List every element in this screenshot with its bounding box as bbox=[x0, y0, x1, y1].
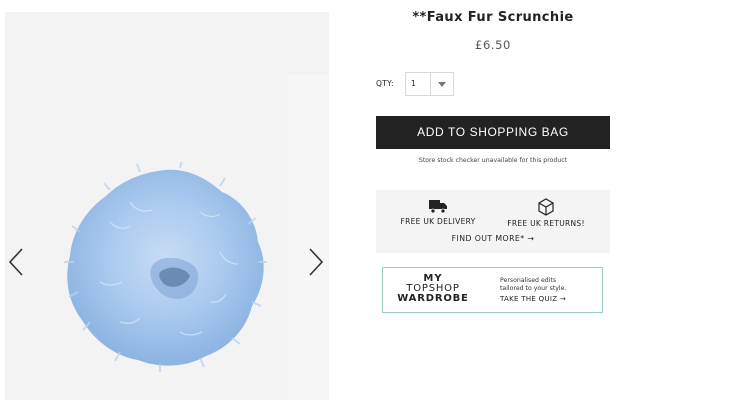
quantity-value: 1 bbox=[406, 73, 431, 95]
chevron-down-icon bbox=[431, 73, 453, 95]
free-delivery-label: FREE UK DELIVERY bbox=[400, 217, 476, 226]
previous-image-button[interactable] bbox=[5, 245, 27, 279]
product-title: **Faux Fur Scrunchie bbox=[412, 10, 574, 25]
take-the-quiz-link[interactable]: TAKE THE QUIZ → bbox=[500, 295, 566, 303]
product-price: £6.50 bbox=[475, 38, 511, 52]
my-topshop-wardrobe-banner[interactable]: MY TOPSHOP WARDROBE Personalised edits t… bbox=[382, 267, 603, 313]
free-delivery-item: FREE UK DELIVERY bbox=[383, 198, 493, 226]
truck-icon bbox=[429, 200, 447, 214]
logo-line-wardrobe: WARDROBE bbox=[397, 293, 469, 304]
product-image-gallery bbox=[5, 12, 329, 400]
wardrobe-copy-line-2: tailored to your style. bbox=[500, 284, 567, 292]
wardrobe-copy-line-1: Personalised edits bbox=[500, 277, 557, 284]
box-icon bbox=[538, 198, 554, 216]
chevron-left-icon bbox=[8, 248, 23, 276]
scrunchie-image bbox=[64, 162, 267, 372]
stock-checker-note: Store stock checker unavailable for this… bbox=[418, 157, 568, 164]
quantity-label: QTY: bbox=[376, 79, 394, 88]
find-out-more-link[interactable]: FIND OUT MORE* → bbox=[376, 234, 610, 243]
next-image-button[interactable] bbox=[305, 245, 327, 279]
delivery-info-panel: FREE UK DELIVERY FREE UK RETURNS! FIND O… bbox=[376, 190, 610, 253]
add-to-bag-button[interactable]: ADD TO SHOPPING BAG bbox=[376, 116, 610, 149]
next-image-peek bbox=[288, 75, 329, 400]
chevron-right-icon bbox=[309, 248, 324, 276]
free-returns-item: FREE UK RETURNS! bbox=[491, 198, 601, 228]
quantity-select[interactable]: 1 bbox=[405, 72, 454, 96]
my-topshop-wardrobe-logo: MY TOPSHOP WARDROBE bbox=[393, 274, 473, 304]
free-returns-label: FREE UK RETURNS! bbox=[507, 219, 585, 228]
wardrobe-description: Personalised edits tailored to your styl… bbox=[500, 277, 600, 292]
